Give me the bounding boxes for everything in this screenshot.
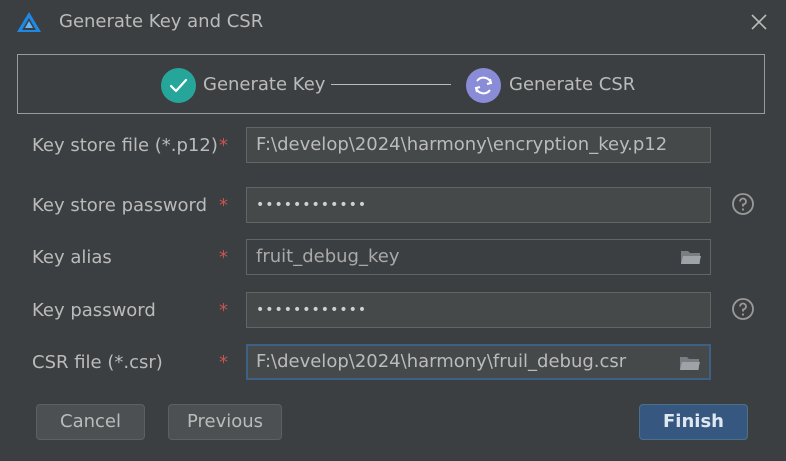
row-key-alias: Key alias * fruit_debug_key: [0, 239, 786, 279]
csr-file-input[interactable]: F:\develop\2024\harmony\fruil_debug.csr: [246, 344, 711, 380]
harmony-deveco-logo-icon: [17, 12, 41, 32]
key-store-password-label: Key store password: [32, 195, 208, 216]
row-csr-file: CSR file (*.csr) * F:\develop\2024\harmo…: [0, 344, 786, 384]
key-alias-value: fruit_debug_key: [256, 246, 400, 267]
required-mark: *: [219, 247, 228, 268]
cancel-button[interactable]: Cancel: [36, 404, 145, 440]
key-store-file-input[interactable]: F:\develop\2024\harmony\encryption_key.p…: [246, 127, 711, 163]
previous-button[interactable]: Previous: [168, 404, 282, 440]
close-icon[interactable]: [748, 11, 770, 33]
check-icon: [169, 78, 188, 93]
folder-icon[interactable]: [679, 355, 701, 372]
row-key-password: Key password * ••••••••••••: [0, 292, 786, 332]
folder-icon[interactable]: [680, 249, 702, 266]
question-icon[interactable]: [731, 192, 755, 216]
key-password-label: Key password: [32, 300, 156, 321]
step-completed-check-icon: [161, 68, 196, 103]
step-indicator: Generate Key Generate CSR: [17, 54, 765, 114]
key-store-password-input[interactable]: ••••••••••••: [246, 187, 711, 223]
required-mark: *: [219, 195, 228, 216]
row-key-store-password: Key store password * ••••••••••••: [0, 187, 786, 227]
key-alias-label: Key alias: [32, 247, 112, 268]
question-icon[interactable]: [731, 297, 755, 321]
finish-button[interactable]: Finish: [639, 404, 748, 440]
step-label-generate-key: Generate Key: [203, 74, 326, 95]
required-mark: *: [219, 300, 228, 321]
step-connector: [331, 84, 451, 85]
key-password-input[interactable]: ••••••••••••: [246, 292, 711, 328]
step-label-generate-csr: Generate CSR: [509, 74, 636, 95]
csr-file-value: F:\develop\2024\harmony\fruil_debug.csr: [256, 351, 627, 372]
title-bar: Generate Key and CSR: [0, 0, 786, 44]
step-current-refresh-icon: [466, 68, 501, 103]
key-alias-input[interactable]: fruit_debug_key: [246, 239, 711, 275]
key-store-file-label: Key store file (*.p12): [32, 135, 218, 156]
refresh-icon: [474, 76, 493, 95]
window-title: Generate Key and CSR: [59, 11, 264, 32]
csr-file-label: CSR file (*.csr): [32, 352, 163, 373]
required-mark: *: [219, 352, 228, 373]
row-key-store-file: Key store file (*.p12) * F:\develop\2024…: [0, 127, 786, 167]
required-mark: *: [219, 135, 228, 156]
